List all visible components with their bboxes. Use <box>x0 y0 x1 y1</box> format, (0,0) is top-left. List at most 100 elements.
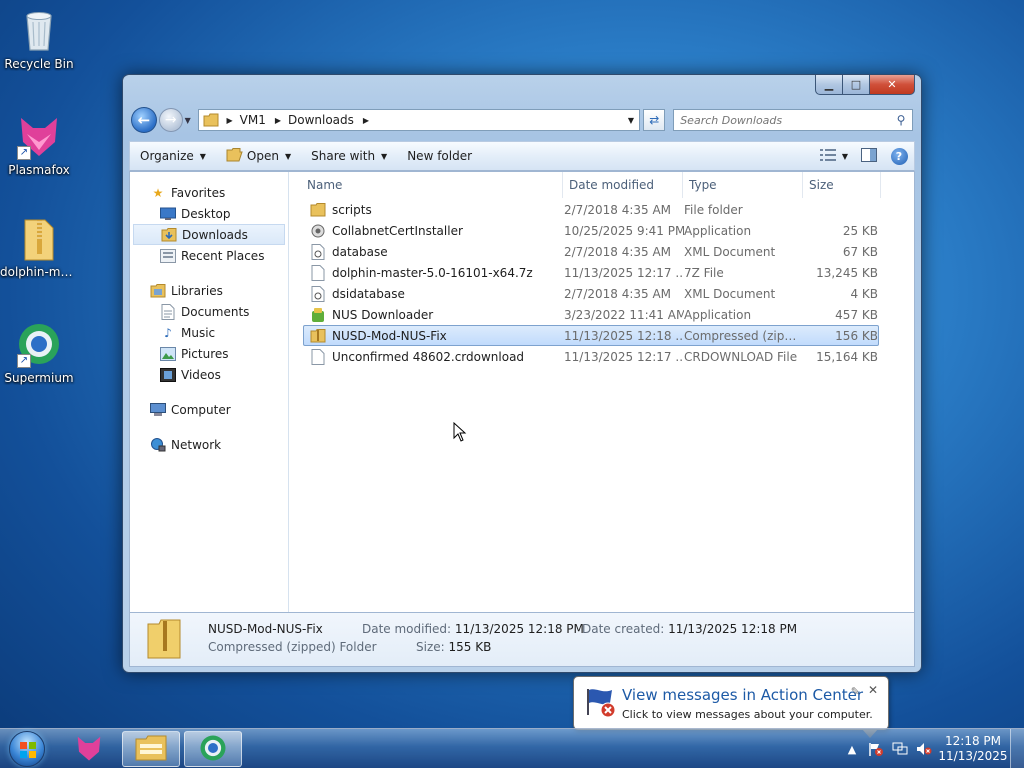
show-desktop-button[interactable] <box>1010 729 1024 768</box>
taskbar-plasmafox[interactable] <box>60 731 118 767</box>
breadcrumb-downloads[interactable]: Downloads <box>288 113 354 127</box>
desktop-icon-dolphin[interactable]: dolphin-ma... <box>0 214 78 279</box>
column-header-label: Name <box>307 178 343 192</box>
close-icon[interactable]: ✕ <box>868 683 878 697</box>
taskbar-explorer[interactable] <box>122 731 180 767</box>
nav-item-downloads[interactable]: Downloads <box>133 224 285 245</box>
organize-button[interactable]: Organize ▼ <box>130 142 216 170</box>
file-row[interactable]: CollabnetCertInstaller 10/25/2025 9:41 P… <box>303 220 879 241</box>
show-hidden-icons-button[interactable]: ▲ <box>840 743 864 756</box>
file-name: scripts <box>332 202 372 217</box>
minimize-button[interactable]: ▁ <box>815 75 843 95</box>
file-row-selected[interactable]: NUSD-Mod-NUS-Fix 11/13/2025 12:18 ... Co… <box>303 325 879 346</box>
file-type: 7Z File <box>684 265 724 280</box>
file-row[interactable]: dsidatabase 2/7/2018 4:35 AM XML Documen… <box>303 283 879 304</box>
search-icon[interactable]: ⚲ <box>890 113 912 127</box>
recent-pages-dropdown[interactable]: ▼ <box>185 116 195 125</box>
file-row[interactable]: database 2/7/2018 4:35 AM XML Document 6… <box>303 241 879 262</box>
windows-orb-icon <box>9 731 45 767</box>
supermium-icon: ↗ <box>15 320 63 368</box>
archive-file-icon <box>310 264 326 281</box>
new-folder-button[interactable]: New folder <box>397 142 482 170</box>
back-arrow-icon: ← <box>137 111 151 129</box>
clock[interactable]: 12:18 PM 11/13/2025 <box>936 734 1010 764</box>
chevron-down-icon: ▼ <box>841 151 849 161</box>
help-button[interactable]: ? <box>884 147 914 165</box>
desktop-icon-label: dolphin-ma... <box>0 265 78 279</box>
nav-item-libraries[interactable]: Libraries <box>130 280 288 301</box>
column-header-date-modified[interactable]: Date modified <box>563 172 683 198</box>
breadcrumb-separator-icon[interactable]: ▶ <box>363 116 369 125</box>
forward-button[interactable]: → <box>158 108 183 132</box>
nav-label: Network <box>171 437 222 452</box>
search-input[interactable] <box>674 113 890 127</box>
open-button[interactable]: Open ▼ <box>216 142 301 170</box>
breadcrumb-vm1[interactable]: VM1 <box>240 113 266 127</box>
file-type: Application <box>684 223 752 238</box>
nav-item-videos[interactable]: Videos <box>130 364 288 385</box>
network-tray-icon[interactable] <box>888 742 912 756</box>
breadcrumb-separator-icon[interactable]: ▶ <box>275 116 281 125</box>
file-date: 2/7/2018 4:35 AM <box>564 286 672 301</box>
nav-item-documents[interactable]: Documents <box>130 301 288 322</box>
file-type: Application <box>684 307 752 322</box>
file-size: 25 KB <box>842 223 878 238</box>
command-bar: Organize ▼ Open ▼ Share with ▼ New folde… <box>129 141 915 171</box>
address-bar[interactable]: ▶ VM1 ▶ Downloads ▶ ▼ <box>198 109 641 131</box>
refresh-button[interactable]: ⇄ <box>643 109 666 131</box>
column-header-name[interactable]: Name <box>289 172 563 198</box>
column-header-type[interactable]: Type <box>683 172 803 198</box>
maximize-button[interactable]: □ <box>843 75 870 95</box>
file-row[interactable]: dolphin-master-5.0-16101-x64.7z 11/13/20… <box>303 262 879 283</box>
taskbar-supermium[interactable] <box>184 731 242 767</box>
nav-item-favorites[interactable]: ★ Favorites <box>130 182 288 203</box>
documents-icon <box>160 303 176 320</box>
share-with-button[interactable]: Share with ▼ <box>301 142 397 170</box>
nav-item-music[interactable]: ♪ Music <box>130 322 288 343</box>
volume-muted-icon[interactable] <box>912 742 936 756</box>
file-name-cell: dsidatabase <box>304 285 564 302</box>
column-header-size[interactable]: Size <box>803 172 881 198</box>
folder-icon <box>310 202 326 218</box>
details-pane: NUSD-Mod-NUS-Fix Compressed (zipped) Fol… <box>129 613 915 667</box>
file-type: CRDOWNLOAD File <box>684 349 798 364</box>
preview-pane-button[interactable] <box>854 147 884 165</box>
details-label: Size: <box>416 640 445 654</box>
recycle-bin-icon <box>15 6 63 54</box>
desktop-icon-plasmafox[interactable]: ↗ Plasmafox <box>0 112 78 177</box>
start-button[interactable] <box>4 730 50 768</box>
nav-item-desktop[interactable]: Desktop <box>130 203 288 224</box>
desktop-icon-recycle-bin[interactable]: Recycle Bin <box>0 6 78 71</box>
change-view-button[interactable]: ▼ <box>814 148 854 164</box>
file-date: 11/13/2025 12:18 ... <box>564 328 684 343</box>
file-row[interactable]: NUS Downloader 3/23/2022 11:41 AM Applic… <box>303 304 879 325</box>
organize-label: Organize <box>140 149 194 163</box>
view-details-icon <box>819 148 836 164</box>
file-size: 4 KB <box>850 286 878 301</box>
wrench-icon[interactable]: ✎ <box>851 685 860 698</box>
nav-item-network[interactable]: Network <box>130 434 288 455</box>
application-icon <box>310 223 326 239</box>
share-with-label: Share with <box>311 149 376 163</box>
desktop-icon-supermium[interactable]: ↗ Supermium <box>0 320 78 385</box>
nav-label: Recent Places <box>181 248 265 263</box>
refresh-icon: ⇄ <box>649 113 660 127</box>
file-name-cell: Unconfirmed 48602.crdownload <box>304 348 564 365</box>
file-row[interactable]: Unconfirmed 48602.crdownload 11/13/2025 … <box>303 346 879 367</box>
action-center-tray-icon[interactable] <box>864 741 888 757</box>
nav-item-pictures[interactable]: Pictures <box>130 343 288 364</box>
address-history-dropdown[interactable]: ▼ <box>621 115 639 125</box>
file-row[interactable]: scripts 2/7/2018 4:35 AM File folder <box>303 199 879 220</box>
back-button[interactable]: ← <box>131 107 157 133</box>
shortcut-arrow-icon: ↗ <box>17 354 31 368</box>
notification-text: Click to view messages about your comput… <box>622 708 873 721</box>
nav-label: Desktop <box>181 206 231 221</box>
close-button[interactable]: ✕ <box>870 75 915 95</box>
nav-item-computer[interactable]: Computer <box>130 399 288 420</box>
plasmafox-icon: ↗ <box>15 112 63 160</box>
nav-item-recent-places[interactable]: Recent Places <box>130 245 288 266</box>
action-center-notification[interactable]: View messages in Action Center Click to … <box>573 676 889 738</box>
details-date-created: Date created: 11/13/2025 12:18 PM <box>582 622 797 636</box>
search-box[interactable]: ⚲ <box>673 109 913 131</box>
breadcrumb-separator-icon[interactable]: ▶ <box>226 116 232 125</box>
